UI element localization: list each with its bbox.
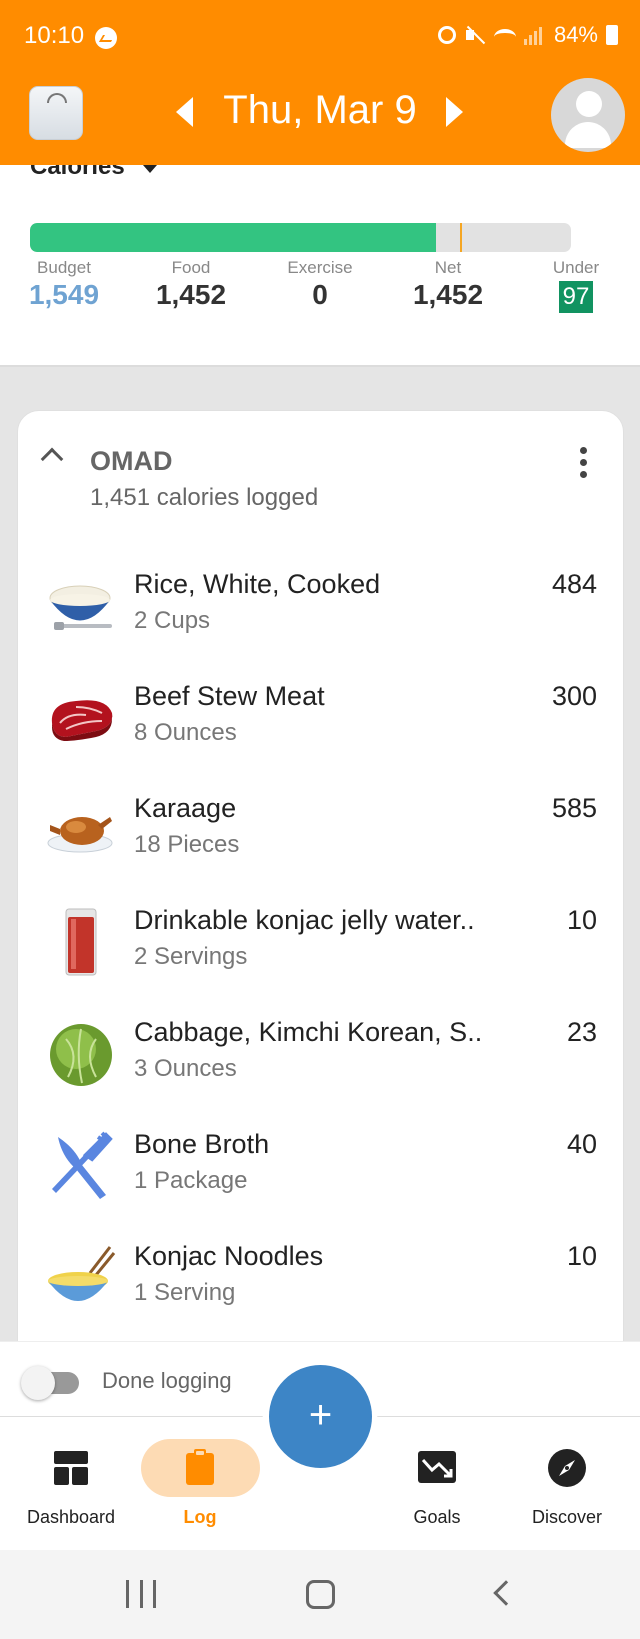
back-icon[interactable] bbox=[493, 1580, 519, 1606]
goal-marker bbox=[460, 223, 462, 252]
stat-value: 1,549 bbox=[28, 279, 100, 310]
food-calories: 40 bbox=[566, 1129, 597, 1159]
battery-percent: 84% bbox=[553, 22, 598, 47]
chevron-up-icon[interactable] bbox=[40, 447, 64, 471]
nav-label: Dashboard bbox=[26, 1507, 116, 1527]
stat-exercise: Exercise 0 bbox=[275, 258, 365, 311]
calorie-progress-bar bbox=[30, 223, 571, 252]
alarm-icon bbox=[437, 26, 456, 44]
food-name: Karaage bbox=[134, 793, 237, 823]
food-serving: 3 Ounces bbox=[134, 1055, 237, 1082]
stat-food: Food 1,452 bbox=[146, 258, 236, 311]
stat-label: Under bbox=[552, 258, 600, 277]
food-name: Cabbage, Kimchi Korean, S.. bbox=[134, 1017, 483, 1047]
status-icons: 84% bbox=[437, 22, 618, 48]
signal-icon bbox=[523, 25, 546, 45]
food-item-beef[interactable]: Beef Stew Meat 8 Ounces 300 bbox=[18, 669, 625, 774]
food-item-konjac-noodles[interactable]: Konjac Noodles 1 Serving 10 bbox=[18, 1229, 625, 1334]
rice-bowl-icon bbox=[49, 585, 112, 630]
cabbage-icon bbox=[50, 1024, 112, 1086]
food-calories: 23 bbox=[566, 1017, 597, 1047]
nav-label: Discover bbox=[531, 1507, 602, 1527]
meal-card: OMAD 1,451 calories logged Rice, White, … bbox=[17, 410, 624, 1410]
chevron-right-icon[interactable] bbox=[446, 97, 463, 127]
food-calories: 300 bbox=[551, 681, 597, 711]
food-name: Drinkable konjac jelly water.. bbox=[134, 905, 475, 935]
food-item-konjac-jelly[interactable]: Drinkable konjac jelly water.. 2 Serving… bbox=[18, 893, 625, 998]
nav-discover[interactable]: Discover bbox=[502, 1417, 632, 1551]
done-logging-label: Done logging bbox=[102, 1368, 232, 1393]
scale-icon[interactable] bbox=[29, 86, 83, 140]
messenger-icon bbox=[95, 27, 117, 49]
food-name: Beef Stew Meat bbox=[134, 681, 325, 711]
food-item-kimchi[interactable]: Cabbage, Kimchi Korean, S.. 3 Ounces 23 bbox=[18, 1005, 625, 1110]
food-calories: 10 bbox=[566, 905, 597, 935]
calorie-progress-fill bbox=[30, 223, 436, 252]
nav-goals[interactable]: Goals bbox=[372, 1417, 502, 1551]
stat-label: Budget bbox=[37, 258, 91, 277]
stat-budget: Budget 1,549 bbox=[24, 258, 104, 311]
compass-icon bbox=[548, 1449, 586, 1487]
trend-down-icon bbox=[418, 1451, 456, 1483]
dashboard-icon bbox=[54, 1451, 88, 1485]
mute-icon bbox=[464, 24, 486, 46]
toggle-knob bbox=[21, 1366, 55, 1400]
food-name: Rice, White, Cooked bbox=[134, 569, 381, 599]
wifi-icon bbox=[493, 29, 516, 45]
status-time: 10:10 bbox=[24, 22, 85, 49]
home-icon[interactable] bbox=[306, 1580, 335, 1609]
stat-value: 1,452 bbox=[155, 279, 227, 310]
food-serving: 1 Package bbox=[134, 1167, 248, 1194]
food-name: Bone Broth bbox=[134, 1129, 270, 1159]
stat-label: Food bbox=[171, 258, 211, 277]
status-bar: 10:10 84% bbox=[0, 0, 640, 75]
food-calories: 10 bbox=[566, 1241, 597, 1271]
food-item-bone-broth[interactable]: Bone Broth 1 Package 40 bbox=[18, 1117, 625, 1222]
chevron-left-icon[interactable] bbox=[176, 97, 193, 127]
avatar-icon[interactable] bbox=[551, 78, 625, 152]
done-logging-toggle[interactable] bbox=[21, 1366, 79, 1400]
recent-apps-icon[interactable] bbox=[126, 1580, 156, 1608]
nav-dashboard[interactable]: Dashboard bbox=[6, 1417, 136, 1551]
food-name: Konjac Noodles bbox=[134, 1241, 324, 1271]
meal-subtitle: 1,451 calories logged bbox=[90, 484, 319, 511]
under-badge: 97 bbox=[558, 281, 594, 313]
stat-label: Net bbox=[434, 258, 462, 277]
stat-net: Net 1,452 bbox=[403, 258, 493, 311]
battery-icon bbox=[606, 25, 618, 45]
food-item-karaage[interactable]: Karaage 18 Pieces 585 bbox=[18, 781, 625, 886]
stat-label: Exercise bbox=[287, 258, 353, 277]
nav-log[interactable]: Log bbox=[135, 1417, 265, 1551]
food-serving: 1 Serving bbox=[134, 1279, 236, 1306]
food-calories: 484 bbox=[551, 569, 597, 599]
add-food-button[interactable]: + bbox=[269, 1365, 372, 1468]
clipboard-icon bbox=[186, 1449, 214, 1485]
more-vert-icon[interactable] bbox=[580, 447, 588, 479]
food-calories: 585 bbox=[551, 793, 597, 823]
fork-knife-icon bbox=[52, 1131, 113, 1199]
nav-label: Goals bbox=[413, 1507, 461, 1527]
food-serving: 18 Pieces bbox=[134, 831, 240, 858]
calories-summary: Calories Budget 1,549 Food 1,452 Exercis… bbox=[0, 165, 640, 367]
noodle-bowl-icon bbox=[48, 1246, 116, 1301]
stat-value: 0 bbox=[312, 279, 328, 310]
food-serving: 2 Servings bbox=[134, 943, 248, 970]
drink-glass-icon bbox=[65, 908, 97, 976]
stat-under: Under 97 bbox=[541, 258, 611, 313]
summary-title[interactable]: Calories bbox=[30, 165, 125, 181]
app-header: 10:10 84% Thu, Mar 9 bbox=[0, 0, 640, 165]
food-serving: 2 Cups bbox=[134, 607, 211, 634]
food-item-rice[interactable]: Rice, White, Cooked 2 Cups 484 bbox=[18, 557, 625, 662]
date-title[interactable]: Thu, Mar 9 bbox=[210, 88, 430, 133]
meal-title[interactable]: OMAD bbox=[90, 446, 173, 477]
system-nav-bar bbox=[0, 1550, 640, 1639]
caret-down-icon[interactable] bbox=[143, 165, 157, 173]
food-serving: 8 Ounces bbox=[134, 719, 237, 746]
roast-chicken-icon bbox=[47, 817, 113, 853]
stat-value: 1,452 bbox=[412, 279, 484, 310]
steak-icon bbox=[51, 700, 113, 741]
nav-label: Log bbox=[183, 1507, 217, 1527]
